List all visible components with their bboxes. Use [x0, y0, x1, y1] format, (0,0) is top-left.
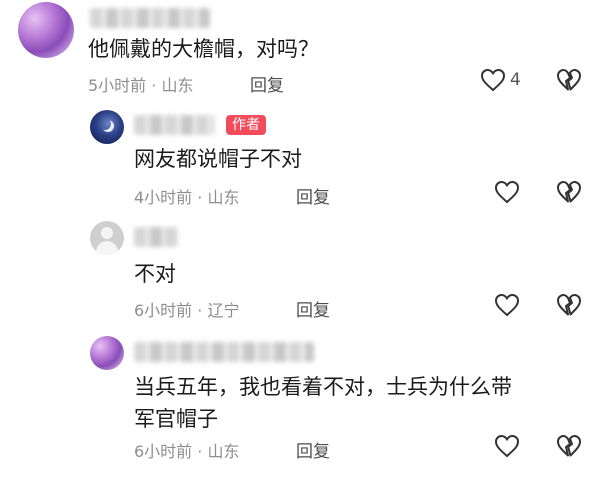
heart-outline-icon[interactable]	[494, 293, 520, 317]
heart-outline-icon[interactable]	[494, 180, 520, 204]
username-blurred[interactable]	[134, 342, 314, 362]
broken-heart-icon[interactable]	[556, 68, 582, 92]
broken-heart-icon[interactable]	[556, 293, 582, 317]
username-blurred[interactable]	[90, 8, 210, 28]
avatar[interactable]	[18, 2, 74, 58]
reply-button[interactable]: 回复	[250, 71, 284, 96]
avatar[interactable]	[90, 336, 124, 370]
reply-button[interactable]: 回复	[296, 437, 330, 462]
comment-1: 他佩戴的大檐帽，对吗？ 5小时前 · 山东 回复 4	[0, 0, 600, 100]
author-tag: 作者	[226, 115, 266, 135]
comment-3: 不对 6小时前 · 辽宁 回复	[0, 215, 600, 325]
avatar[interactable]	[90, 110, 124, 144]
comment-text-line-2: 军官帽子	[134, 407, 218, 431]
comment-text-line-1: 当兵五年，我也看着不对，士兵为什么带	[134, 375, 512, 399]
broken-heart-icon[interactable]	[556, 180, 582, 204]
comment-text: 不对	[134, 262, 176, 286]
comment-meta: 4小时前 · 山东	[134, 188, 240, 207]
username-blurred[interactable]	[134, 115, 214, 135]
comment-text: 他佩戴的大檐帽，对吗？	[88, 37, 319, 61]
reply-button[interactable]: 回复	[296, 183, 330, 208]
default-avatar-head	[101, 227, 113, 239]
broken-heart-icon[interactable]	[556, 434, 582, 458]
comment-meta: 6小时前 · 辽宁	[134, 301, 240, 320]
comment-text: 网友都说帽子不对	[134, 147, 302, 171]
heart-outline-icon[interactable]	[494, 434, 520, 458]
comment-meta: 6小时前 · 山东	[134, 442, 240, 461]
like-count: 4	[510, 70, 521, 90]
reply-button[interactable]: 回复	[296, 296, 330, 321]
comment-meta: 5小时前 · 山东	[88, 76, 194, 95]
avatar[interactable]	[90, 221, 124, 255]
comment-2: 作者 网友都说帽子不对 4小时前 · 山东 回复	[0, 100, 600, 210]
heart-outline-icon[interactable]	[480, 68, 506, 92]
default-avatar-body	[96, 241, 118, 255]
comment-4: 当兵五年，我也看着不对，士兵为什么带 军官帽子 6小时前 · 山东 回复	[0, 330, 600, 477]
username-blurred[interactable]	[134, 227, 178, 247]
